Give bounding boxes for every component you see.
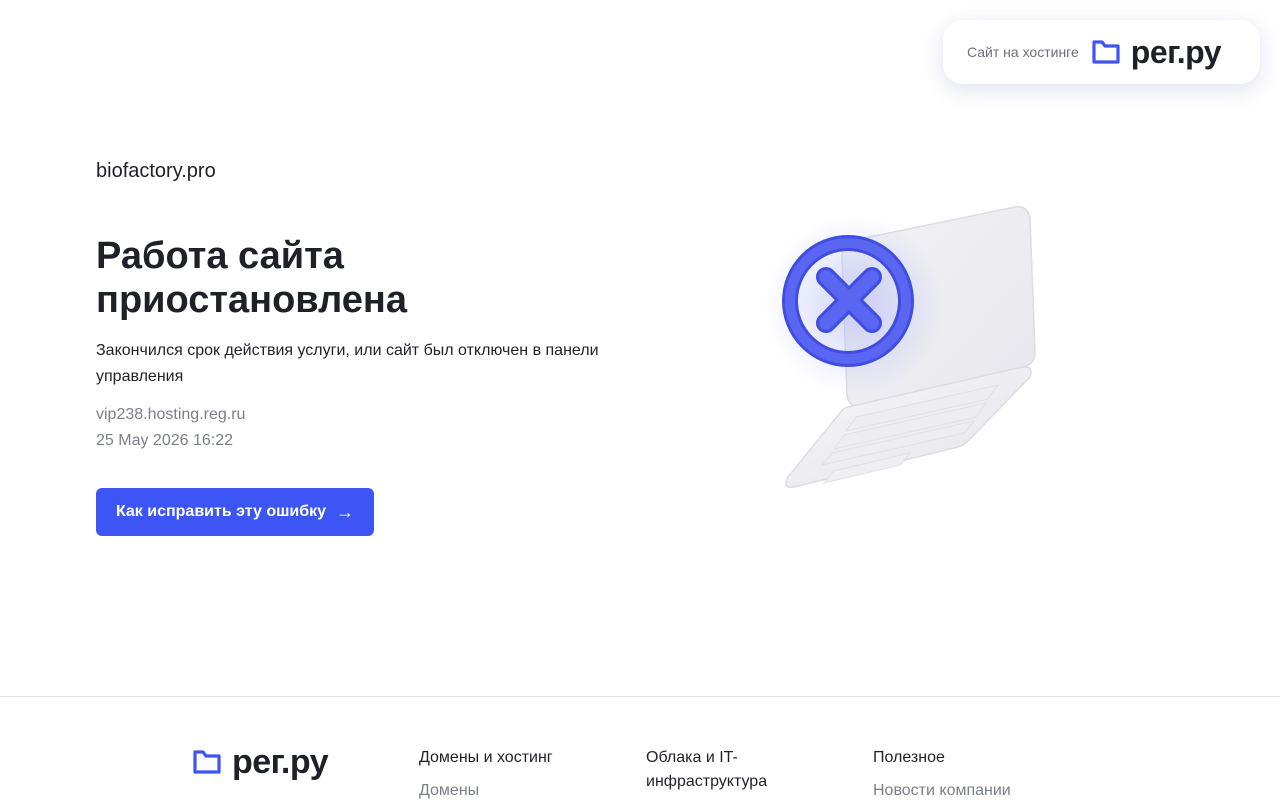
site-domain: biofactory.pro	[96, 160, 216, 182]
footer-column-title: Полезное	[873, 749, 945, 766]
hosting-badge-text: Сайт на хостинге	[967, 44, 1079, 60]
footer-column-title: Облака и IT-инфраструктура	[646, 749, 768, 790]
footer-column-title: Домены и хостинг	[419, 749, 553, 766]
hosting-badge[interactable]: Сайт на хостинге рег.ру	[943, 20, 1260, 84]
folder-logo-icon	[1092, 40, 1120, 64]
footer-column-domains: Домены и хостинг Домены	[419, 746, 609, 800]
footer-divider	[0, 696, 1280, 697]
footer-link[interactable]: Новости компании	[873, 782, 1063, 800]
footer-column-cloud: Облака и IT-инфраструктура	[646, 746, 836, 794]
server-name: vip238.hosting.reg.ru	[96, 406, 246, 423]
logo-text: рег.ру	[1130, 34, 1222, 70]
error-description: Закончился срок действия услуги, или сай…	[96, 342, 599, 385]
page: Сайт на хостинге рег.ру biofactory.pro Р…	[0, 0, 1280, 800]
laptop-with-error-x-icon	[765, 206, 1036, 489]
folder-logo-icon	[193, 750, 221, 774]
fix-error-button[interactable]: Как исправить эту ошибку →	[96, 488, 374, 536]
regru-logo[interactable]: рег.ру	[1091, 34, 1222, 70]
fix-error-button-label: Как исправить эту ошибку	[115, 503, 327, 520]
page-title: Работа сайта приостановлена	[96, 235, 407, 321]
footer-link[interactable]: Домены	[419, 782, 609, 800]
arrow-right-icon: →	[336, 501, 355, 522]
footer-logo[interactable]: рег.ру	[192, 743, 329, 781]
footer-column-useful: Полезное Новости компании	[873, 746, 1063, 800]
timestamp: 25 May 2026 16:22	[96, 432, 233, 449]
logo-text: рег.ру	[232, 743, 329, 781]
